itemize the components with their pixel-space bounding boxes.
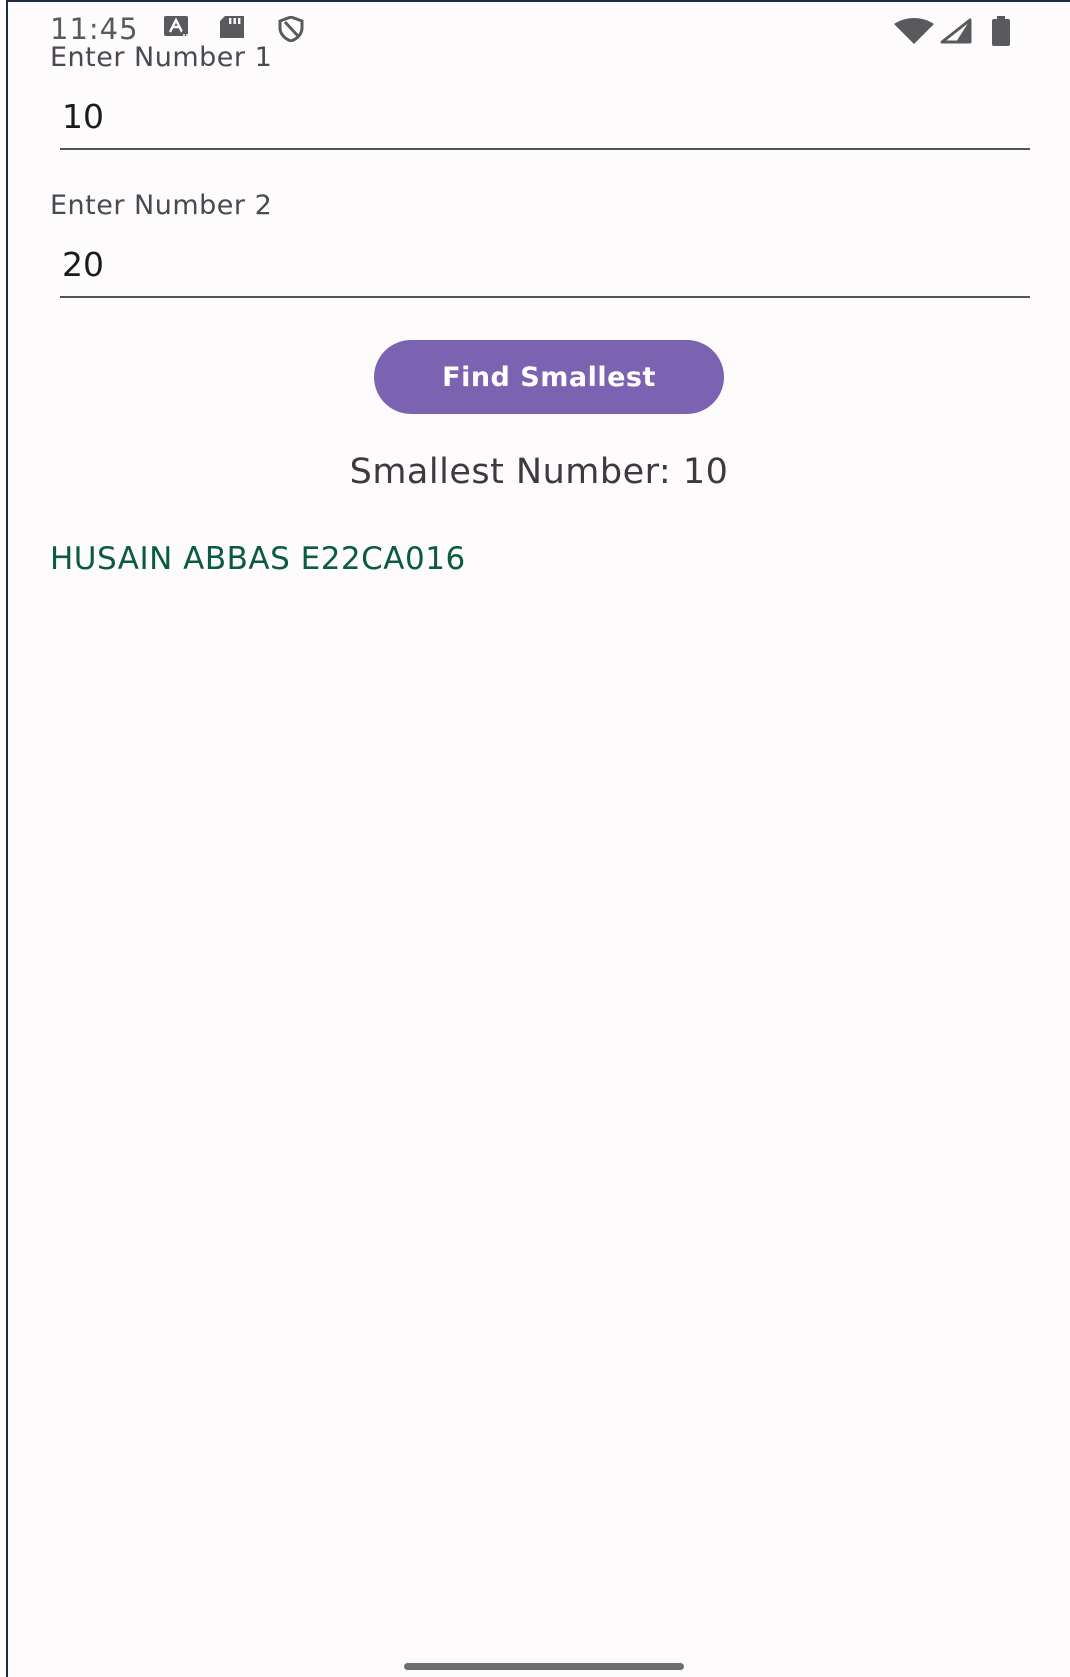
accessibility-icon bbox=[164, 16, 188, 36]
gesture-nav-handle[interactable] bbox=[404, 1663, 684, 1670]
number2-label: Enter Number 2 bbox=[50, 190, 273, 221]
find-smallest-button[interactable]: Find Smallest bbox=[374, 340, 724, 414]
battery-icon bbox=[992, 16, 1010, 46]
author-text: HUSAIN ABBAS E22CA016 bbox=[50, 541, 466, 577]
number1-input[interactable] bbox=[60, 90, 1030, 150]
sd-card-icon bbox=[220, 16, 244, 38]
app-screen: 11:45 Enter Number 1 10 Enter Number 2 2… bbox=[6, 0, 1070, 1677]
result-text: Smallest Number: 10 bbox=[349, 452, 729, 492]
number2-input[interactable] bbox=[60, 238, 1030, 298]
wifi-icon bbox=[894, 18, 934, 44]
status-time: 11:45 bbox=[50, 12, 139, 46]
number1-label: Enter Number 1 bbox=[50, 42, 273, 73]
cell-signal-icon bbox=[940, 18, 972, 44]
vpn-shield-icon bbox=[278, 16, 304, 42]
